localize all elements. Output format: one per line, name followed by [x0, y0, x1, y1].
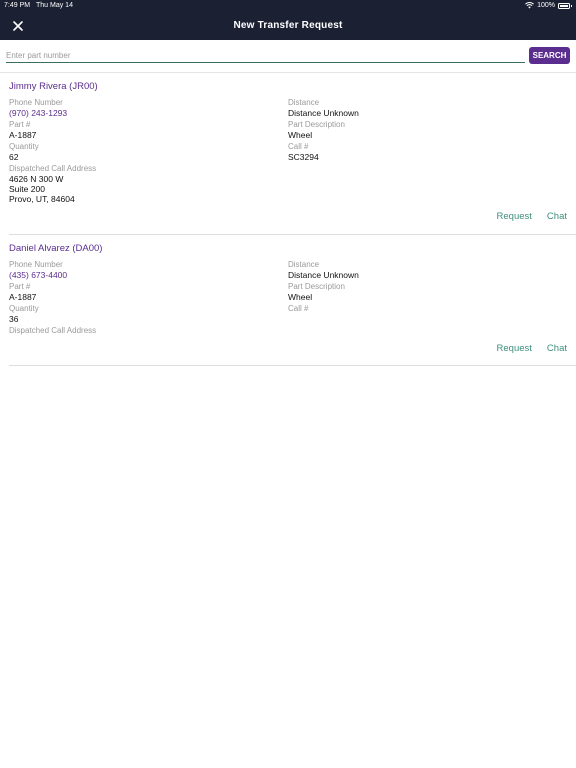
- part-value: A-1887: [9, 130, 37, 140]
- phone-label: Phone Number: [9, 260, 63, 269]
- card-actions: Request Chat: [497, 343, 567, 354]
- status-right: 100%: [525, 2, 572, 9]
- part-value: A-1887: [9, 292, 37, 302]
- part-number-input[interactable]: [6, 48, 525, 63]
- phone-link[interactable]: (435) 673-4400: [9, 270, 279, 280]
- distance-value: Distance Unknown: [288, 270, 359, 280]
- quantity-value: 62: [9, 152, 19, 162]
- distance-value: Distance Unknown: [288, 108, 359, 118]
- chat-button[interactable]: Chat: [547, 343, 567, 354]
- distance-field: Distance Distance Unknown: [288, 260, 558, 282]
- status-time: 7:49 PM: [4, 2, 31, 9]
- status-date: Thu May 14: [36, 2, 73, 9]
- right-column: Distance Distance Unknown Part Descripti…: [288, 98, 558, 164]
- result-card: Jimmy Rivera (JR00) Phone Number (970) 2…: [9, 81, 576, 235]
- part-field: Part # A-1887: [9, 282, 279, 304]
- right-column: Distance Distance Unknown Part Descripti…: [288, 260, 558, 326]
- quantity-field: Quantity 62: [9, 142, 279, 164]
- distance-label: Distance: [288, 260, 320, 269]
- description-value: Wheel: [288, 130, 313, 140]
- description-field: Part Description Wheel: [288, 282, 558, 304]
- card-actions: Request Chat: [497, 211, 567, 222]
- address-line: Provo, UT, 84604: [9, 194, 75, 204]
- nav-bar: New Transfer Request: [0, 12, 576, 40]
- part-field: Part # A-1887: [9, 120, 279, 142]
- call-field: Call #: [288, 304, 558, 326]
- wifi-icon: [525, 2, 534, 9]
- description-label: Part Description: [288, 282, 345, 291]
- request-button[interactable]: Request: [497, 211, 532, 222]
- description-field: Part Description Wheel: [288, 120, 558, 142]
- technician-name: Jimmy Rivera (JR00): [9, 81, 98, 92]
- chat-button[interactable]: Chat: [547, 211, 567, 222]
- phone-field: Phone Number (970) 243-1293: [9, 98, 279, 120]
- result-card: Daniel Alvarez (DA00) Phone Number (435)…: [9, 243, 576, 366]
- technician-name: Daniel Alvarez (DA00): [9, 243, 103, 254]
- left-column: Phone Number (970) 243-1293 Part # A-188…: [9, 98, 279, 204]
- search-bar: SEARCH: [0, 40, 576, 73]
- address-label: Dispatched Call Address: [9, 326, 97, 335]
- description-value: Wheel: [288, 292, 313, 302]
- description-label: Part Description: [288, 120, 345, 129]
- part-label: Part #: [9, 120, 31, 129]
- address-label: Dispatched Call Address: [9, 164, 97, 173]
- call-label: Call #: [288, 304, 309, 313]
- quantity-label: Quantity: [9, 304, 39, 313]
- call-label: Call #: [288, 142, 309, 151]
- battery-icon: [558, 2, 572, 9]
- call-value: SC3294: [288, 152, 319, 162]
- distance-label: Distance: [288, 98, 320, 107]
- status-bar: 7:49 PM Thu May 14 100%: [0, 0, 576, 12]
- part-label: Part #: [9, 282, 31, 291]
- quantity-label: Quantity: [9, 142, 39, 151]
- quantity-field: Quantity 36: [9, 304, 279, 326]
- phone-link[interactable]: (970) 243-1293: [9, 108, 279, 118]
- page-title: New Transfer Request: [233, 20, 343, 31]
- quantity-value: 36: [9, 314, 19, 324]
- address-line: 4626 N 300 W: [9, 174, 64, 184]
- phone-label: Phone Number: [9, 98, 63, 107]
- left-column: Phone Number (435) 673-4400 Part # A-188…: [9, 260, 279, 348]
- call-field: Call # SC3294: [288, 142, 558, 164]
- distance-field: Distance Distance Unknown: [288, 98, 558, 120]
- address-line: Suite 200: [9, 184, 45, 194]
- address-field: Dispatched Call Address 4626 N 300 W Sui…: [9, 164, 279, 204]
- search-button[interactable]: SEARCH: [529, 47, 570, 64]
- phone-field: Phone Number (435) 673-4400: [9, 260, 279, 282]
- address-field: Dispatched Call Address: [9, 326, 279, 348]
- request-button[interactable]: Request: [497, 343, 532, 354]
- battery-percent: 100%: [537, 2, 555, 9]
